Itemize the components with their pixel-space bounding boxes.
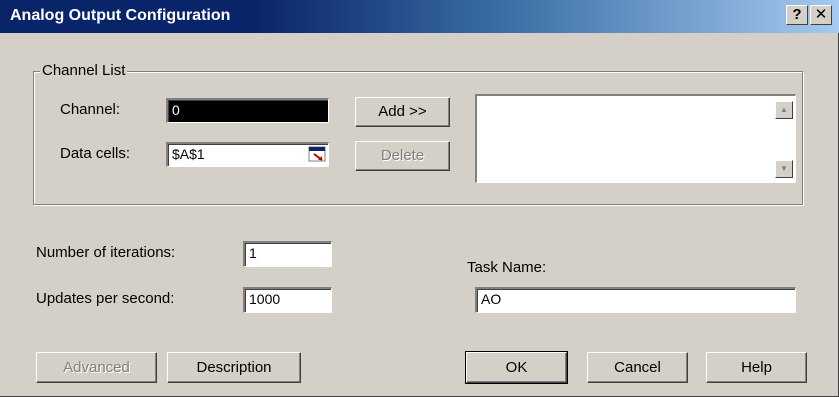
scroll-up-button[interactable]: ▲ — [775, 101, 793, 119]
channel-list-label: Channel List — [40, 62, 128, 79]
scroll-up-icon: ▲ — [780, 105, 788, 114]
task-name-label: Task Name: — [467, 259, 547, 276]
updates-label: Updates per second: — [36, 290, 175, 307]
close-icon: ✕ — [814, 6, 828, 23]
listbox-scrollbar[interactable]: ▲ ▼ — [773, 96, 795, 182]
scroll-down-button[interactable]: ▼ — [775, 160, 793, 178]
ok-button[interactable]: OK — [465, 351, 568, 384]
iterations-label: Number of iterations: — [36, 244, 176, 261]
add-button[interactable]: Add >> — [355, 97, 450, 127]
range-select-icon[interactable] — [308, 146, 326, 162]
task-name-input[interactable]: AO — [475, 287, 796, 313]
data-cells-label: Data cells: — [60, 145, 131, 162]
advanced-button: Advanced — [36, 352, 157, 383]
channel-input[interactable]: 0 — [166, 98, 329, 123]
channel-label: Channel: — [60, 101, 121, 118]
description-button[interactable]: Description — [167, 352, 301, 383]
delete-button: Delete — [355, 141, 450, 171]
close-button[interactable]: ✕ — [810, 5, 832, 25]
cancel-button[interactable]: Cancel — [587, 352, 688, 383]
question-mark-icon: ? — [792, 6, 802, 23]
iterations-input[interactable]: 1 — [243, 241, 332, 267]
channel-listbox[interactable]: ▲ ▼ — [475, 94, 796, 183]
help-button[interactable]: ? — [786, 5, 808, 25]
window-title: Analog Output Configuration — [10, 7, 231, 24]
updates-input[interactable]: 1000 — [243, 287, 332, 313]
help-dialog-button[interactable]: Help — [706, 352, 807, 383]
scroll-down-icon: ▼ — [780, 164, 788, 173]
data-cells-value: $A$1 — [172, 146, 205, 162]
analog-output-dialog: Analog Output Configuration ? ✕ Channel … — [0, 0, 839, 397]
title-bar[interactable]: Analog Output Configuration ? ✕ — [0, 0, 839, 33]
data-cells-input[interactable]: $A$1 — [166, 142, 329, 167]
